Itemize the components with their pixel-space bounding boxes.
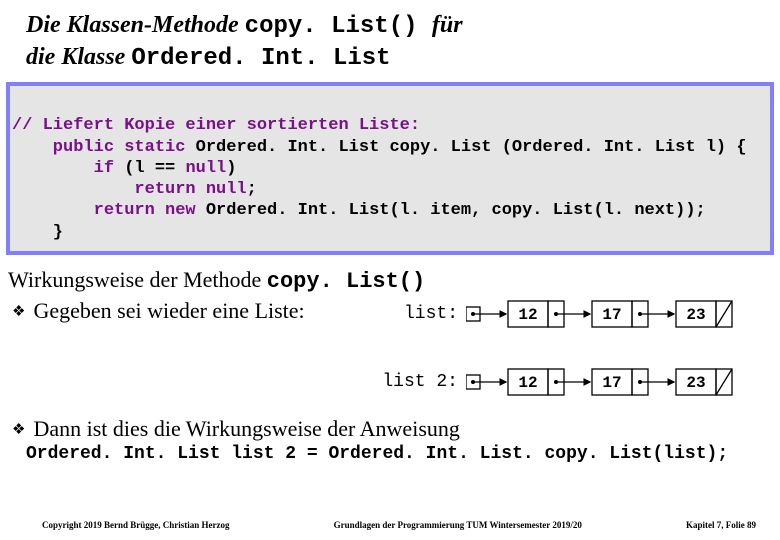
section-heading-b: copy. List() [267,269,425,294]
title-mono-1: copy. List() [245,13,432,40]
code-line-4a: return null [12,180,247,199]
footer-center: Grundlagen der Programmierung TUM Winter… [334,520,582,530]
svg-text:17: 17 [602,374,621,392]
code-line-1: // Liefert Kopie einer sortierten Liste: [12,116,420,135]
code-line-2b: Ordered. Int. List copy. List (Ordered. … [196,138,747,157]
section-heading-a: Wirkungsweise der Methode [8,267,267,292]
linked-list-2: list 2: 12 17 23 [0,362,780,402]
section-heading: Wirkungsweise der Methode copy. List() [8,267,772,294]
footer-right: Kapitel 7, Folie 89 [686,520,756,530]
code-line-3a: if [12,159,124,178]
title-text-1: Die Klassen-Methode [26,12,245,38]
svg-text:23: 23 [686,374,705,392]
slide-title: Die Klassen-Methode copy. List() für die… [0,0,780,82]
code-line-2a: public static [12,138,196,157]
svg-text:17: 17 [602,306,621,324]
bullet-icon: ❖ [12,302,25,321]
footer-left: Copyright 2019 Bernd Brügge, Christian H… [42,520,230,530]
code-line-5a: return new [12,201,206,220]
code-box: // Liefert Kopie einer sortierten Liste:… [6,82,774,255]
list-label-1: list: [404,304,458,324]
svg-text:12: 12 [518,306,537,324]
bullet-2-text: Dann ist dies die Wirkungsweise der Anwe… [33,416,459,442]
title-text-3: die Klasse [26,44,131,70]
bullet-1-text: Gegeben sei wieder eine Liste: [33,298,304,324]
code-line-3c: null [185,159,226,178]
code-line-5b: Ordered. Int. List(l. item, copy. List(l… [206,201,706,220]
bullet-icon: ❖ [12,420,25,439]
code-line-3d: ) [226,159,236,178]
list-label-2: list 2: [382,372,458,392]
linked-list-svg-2: 12 17 23 [466,364,766,400]
assignment-line: Ordered. Int. List list 2 = Ordered. Int… [0,442,780,464]
title-mono-2: Ordered. Int. List [131,45,390,72]
title-text-2: für [432,12,463,38]
svg-text:23: 23 [686,306,705,324]
linked-list-svg-1: 12 17 23 [466,296,766,332]
code-line-6: } [12,223,63,242]
code-line-3b: (l == [124,159,185,178]
footer: Copyright 2019 Bernd Brügge, Christian H… [0,520,780,530]
svg-text:12: 12 [518,374,537,392]
code-line-4b: ; [247,180,257,199]
